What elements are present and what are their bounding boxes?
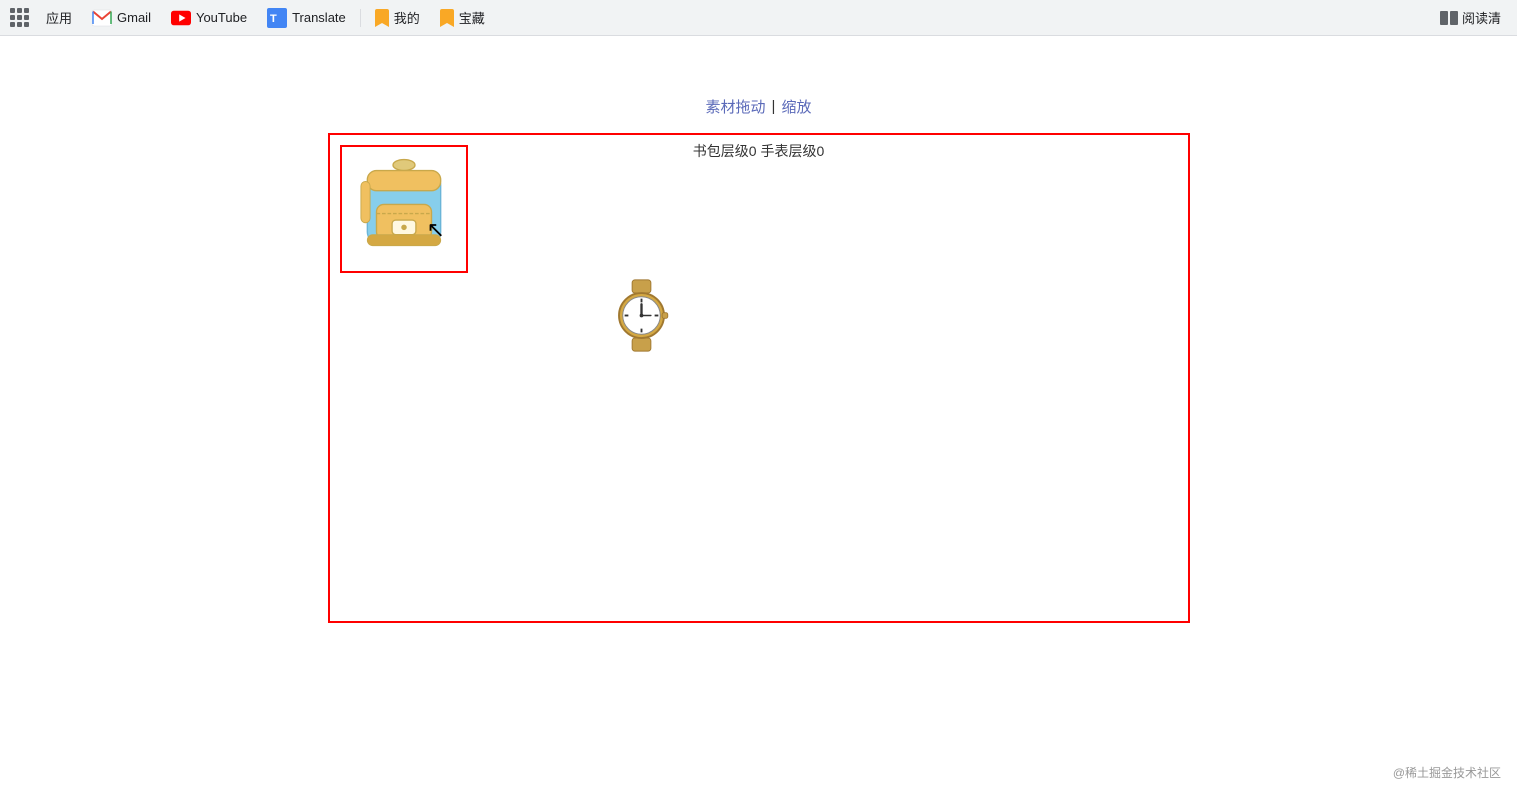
canvas-status-text: 书包层级0 手表层级0 xyxy=(693,141,824,161)
browser-toolbar: 应用 Gmail YouTube T Translate 我的 xyxy=(0,0,1517,36)
toolbar-bookmark-my[interactable]: 我的 xyxy=(367,4,428,31)
backpack-item[interactable]: ↖ xyxy=(340,145,468,273)
toolbar-right: 阅读清 xyxy=(1432,4,1509,31)
toolbar-gmail-link[interactable]: Gmail xyxy=(84,4,159,32)
translate-icon: T xyxy=(267,8,287,28)
backpack-icon xyxy=(349,154,459,264)
svg-text:T: T xyxy=(270,13,277,25)
toolbar-bookmark-treasure[interactable]: 宝藏 xyxy=(432,4,493,31)
reading-mode-button[interactable]: 阅读清 xyxy=(1432,4,1509,31)
toolbar-translate-link[interactable]: T Translate xyxy=(259,4,354,32)
main-content: 素材拖动 | 缩放 书包层级0 手表层级0 xyxy=(0,36,1517,623)
bookmark-icon-my xyxy=(375,9,389,27)
toolbar-youtube-link[interactable]: YouTube xyxy=(163,6,255,30)
toolbar-apps-label[interactable]: 应用 xyxy=(38,4,80,31)
drag-control-link[interactable]: 素材拖动 xyxy=(706,96,766,117)
controls-separator: | xyxy=(772,98,776,115)
watch-item[interactable] xyxy=(602,275,682,355)
gmail-icon xyxy=(92,8,112,28)
toolbar-separator-1 xyxy=(360,9,361,27)
apps-icon[interactable] xyxy=(8,7,30,29)
controls-row: 素材拖动 | 缩放 xyxy=(706,96,812,117)
watch-icon xyxy=(604,278,679,353)
canvas-container: 书包层级0 手表层级0 xyxy=(328,133,1190,623)
bookmark-icon-treasure xyxy=(440,9,454,27)
zoom-control-link[interactable]: 缩放 xyxy=(781,96,811,117)
youtube-icon xyxy=(171,10,191,26)
reading-mode-icon xyxy=(1440,11,1458,25)
watermark: @稀土掘金技术社区 xyxy=(1393,764,1501,781)
